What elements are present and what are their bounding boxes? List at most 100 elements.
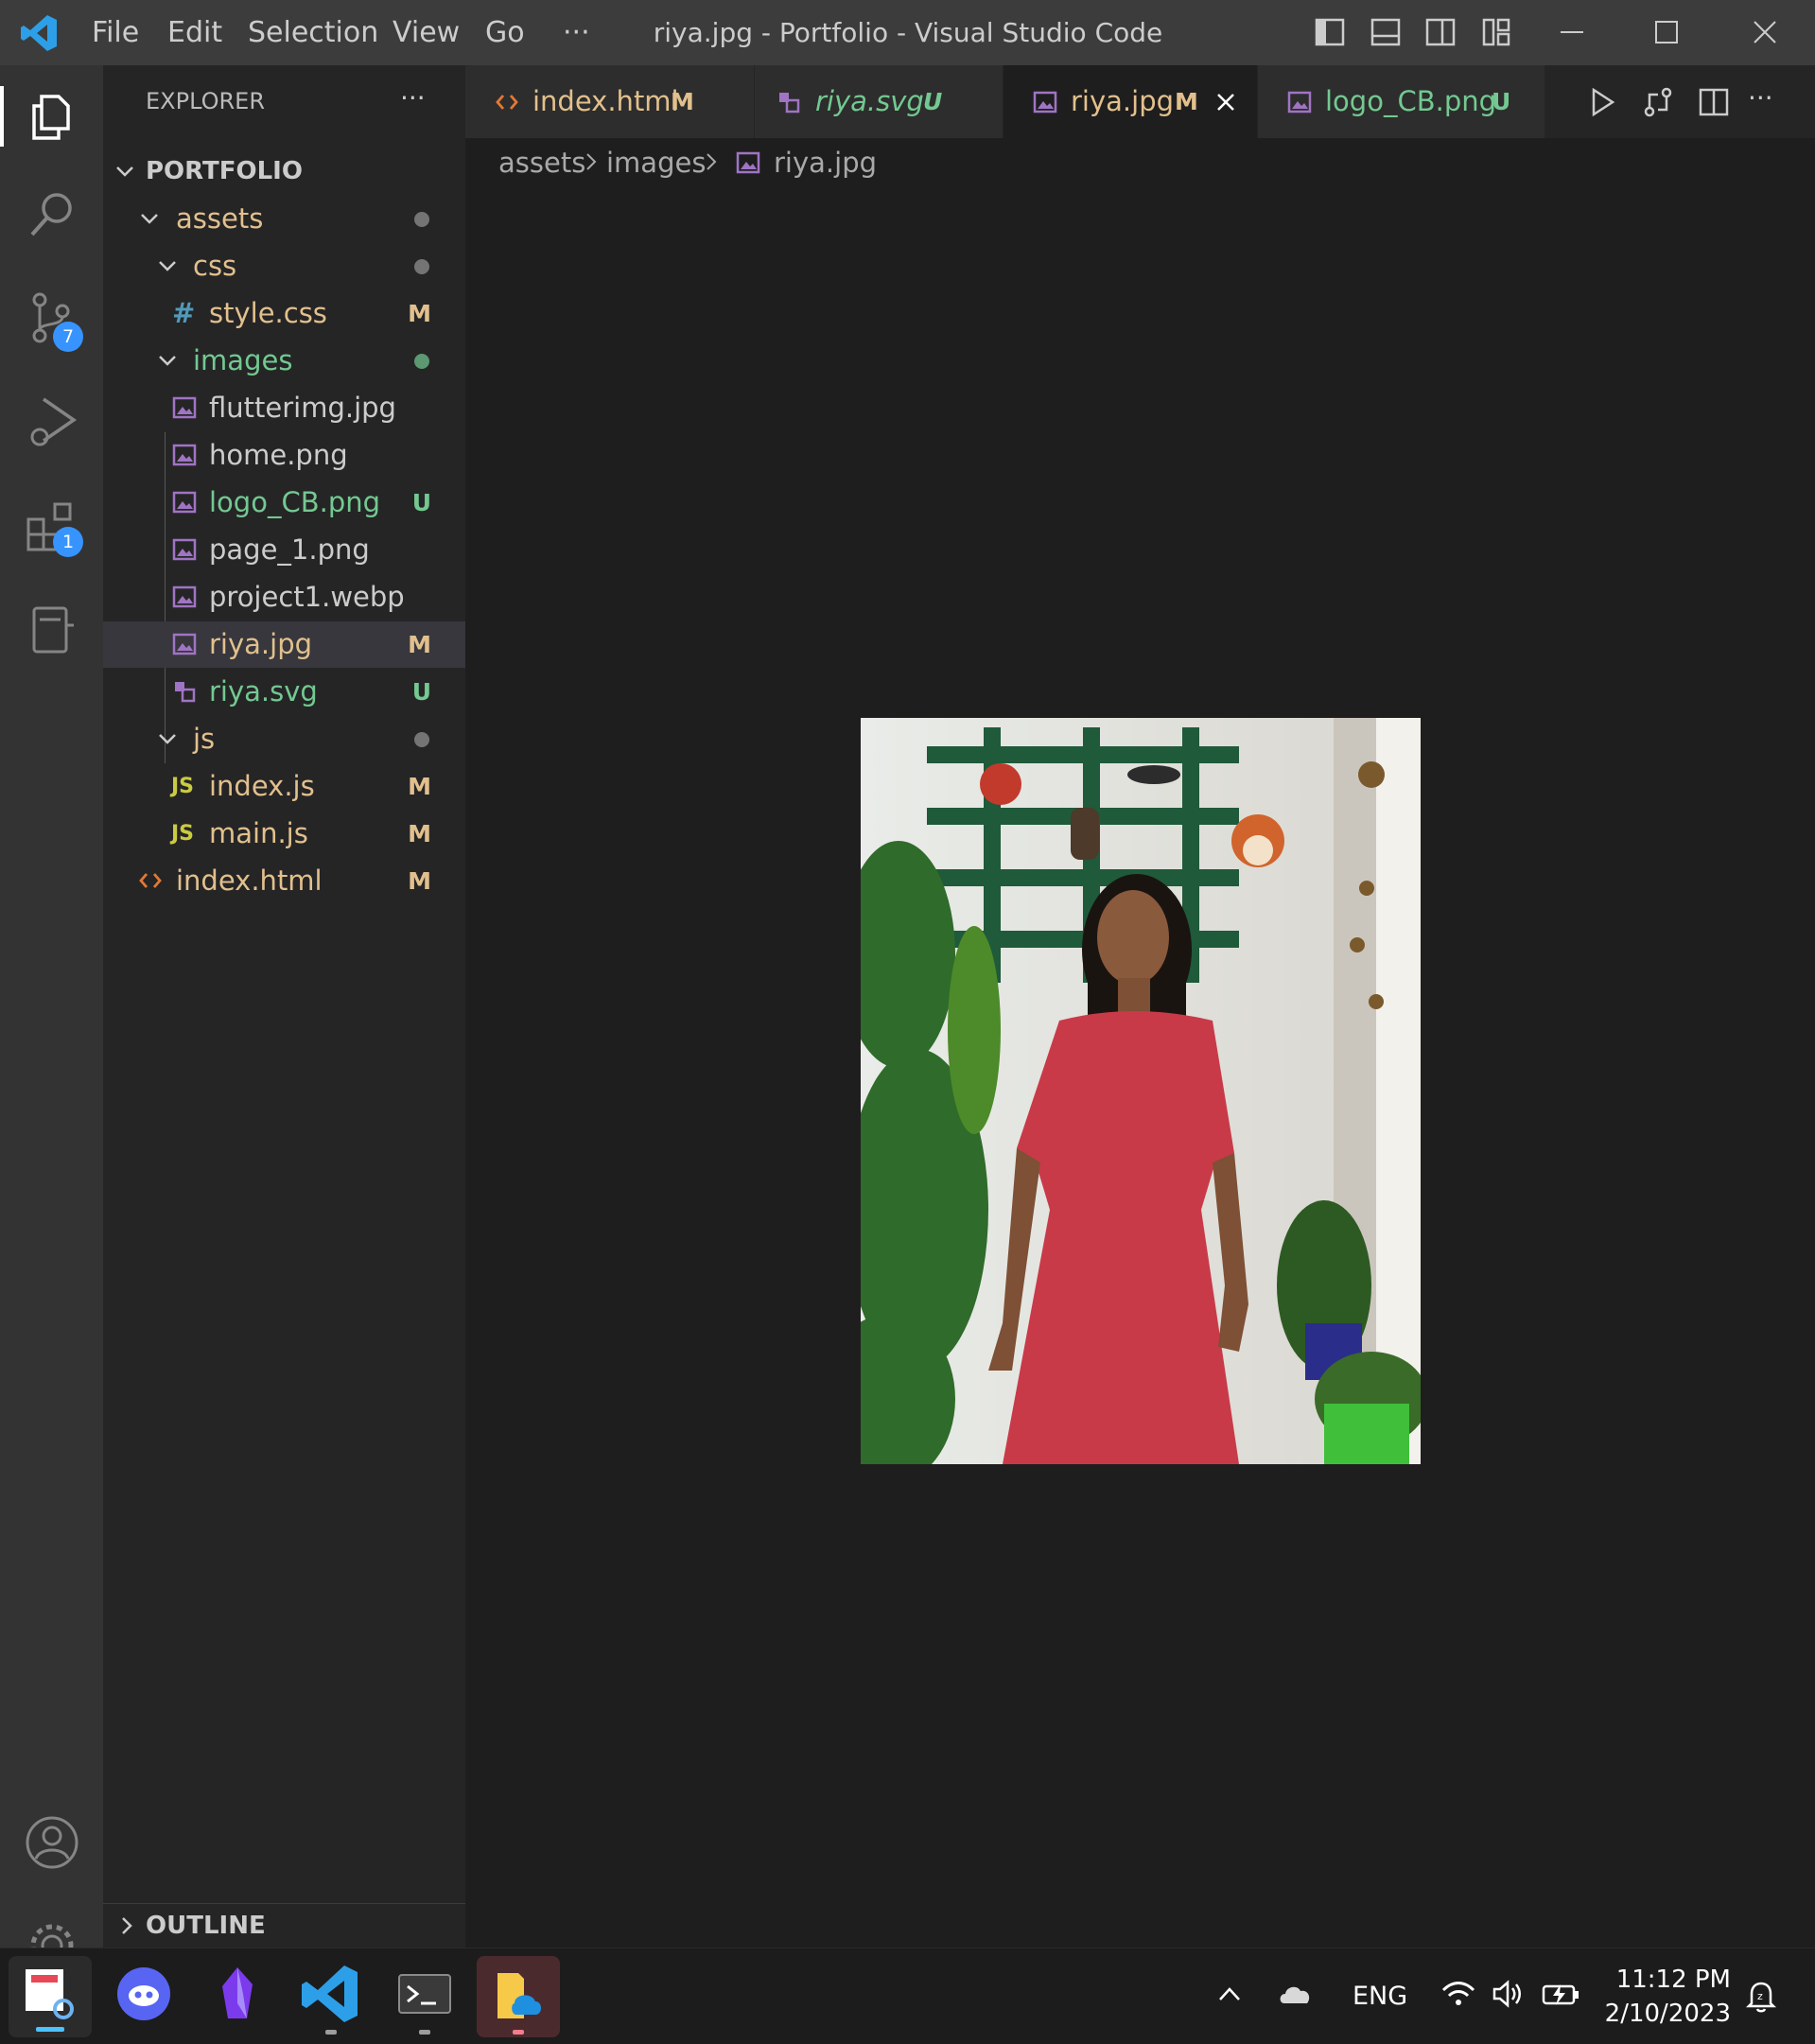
image-file-icon <box>735 149 761 176</box>
toggle-secondary-sidebar-icon[interactable] <box>1422 13 1459 51</box>
menu-go[interactable]: Go <box>485 0 525 65</box>
modified-dot <box>414 212 429 227</box>
notification-bell-icon[interactable]: z <box>1742 1977 1780 2015</box>
image-file-icon <box>1032 89 1058 115</box>
taskbar-vscode[interactable] <box>289 1956 373 2037</box>
tree-label: riya.svg <box>209 675 318 708</box>
input-language[interactable]: ENG <box>1353 1948 1407 2044</box>
editor-more-button[interactable]: ··· <box>1748 65 1773 138</box>
explorer-sidebar: EXPLORER ··· PORTFOLIO assets css # styl… <box>103 65 465 1948</box>
taskbar-file-explorer[interactable] <box>477 1956 560 2037</box>
svg-file-icon <box>776 89 802 115</box>
volume-icon[interactable] <box>1489 1977 1527 2011</box>
tree-folder-assets[interactable]: assets <box>103 196 465 242</box>
toggle-primary-sidebar-icon[interactable] <box>1311 13 1349 51</box>
tree-folder-css[interactable]: css <box>103 243 465 289</box>
tree-file-flutterimg[interactable]: flutterimg.jpg <box>103 385 465 431</box>
maximize-icon[interactable] <box>1648 13 1685 51</box>
chevron-right-icon <box>581 151 602 172</box>
tab-logo-cb[interactable]: logo_CB.png U <box>1258 65 1545 138</box>
image-file-icon <box>171 584 198 610</box>
menu-edit[interactable]: Edit <box>167 0 222 65</box>
tree-file-main-js[interactable]: JS main.js M <box>103 811 465 857</box>
customize-layout-icon[interactable] <box>1477 13 1515 51</box>
untracked-dot <box>414 354 429 369</box>
manage-gear-icon[interactable] <box>23 1916 81 1948</box>
menu-file[interactable]: File <box>92 0 139 65</box>
html-file-icon <box>137 867 164 894</box>
wifi-icon[interactable] <box>1440 1977 1477 2011</box>
image-file-icon <box>171 489 198 515</box>
window-title: riya.jpg - Portfolio - Visual Studio Cod… <box>653 17 1163 48</box>
toggle-panel-icon[interactable] <box>1367 13 1405 51</box>
explorer-more-button[interactable]: ··· <box>400 65 426 138</box>
tree-label: index.html <box>176 865 323 897</box>
tab-riya-svg[interactable]: riya.svg U <box>755 65 1003 138</box>
tab-label: index.html <box>532 85 679 117</box>
tree-file-home[interactable]: home.png <box>103 432 465 479</box>
open-changes-icon[interactable] <box>1639 83 1677 121</box>
tree-root-portfolio[interactable]: PORTFOLIO <box>103 148 465 195</box>
image-file-icon <box>171 442 198 468</box>
menu-view[interactable]: View <box>393 0 460 65</box>
image-file-icon <box>171 631 198 657</box>
menu-selection[interactable]: Selection <box>248 0 378 65</box>
tab-label: logo_CB.png <box>1325 85 1497 117</box>
chevron-down-icon <box>157 728 178 749</box>
close-window-icon[interactable] <box>1746 13 1784 51</box>
tab-status: M <box>671 88 694 115</box>
tab-index-html[interactable]: index.html M <box>465 65 755 138</box>
activity-bar: 7 1 <box>0 65 103 1948</box>
tree-file-riya-svg[interactable]: riya.svg U <box>103 669 465 715</box>
breadcrumb-item[interactable]: riya.jpg <box>774 138 877 187</box>
tree-label: images <box>193 344 293 376</box>
accounts-icon[interactable] <box>23 1813 81 1872</box>
explorer-header: EXPLORER <box>146 88 265 114</box>
split-editor-icon[interactable] <box>1695 83 1733 121</box>
clock-time[interactable]: 11:12 PM <box>1598 1965 1731 1994</box>
tab-label: riya.jpg <box>1071 85 1175 117</box>
breadcrumb-item[interactable]: images <box>606 138 706 187</box>
run-icon[interactable] <box>1583 83 1621 121</box>
tree-label: main.js <box>209 817 308 849</box>
outline-section[interactable]: OUTLINE <box>103 1903 465 1948</box>
git-status: U <box>411 489 431 516</box>
tree-folder-images[interactable]: images <box>103 338 465 384</box>
tab-status: M <box>1175 88 1198 115</box>
show-hidden-icons-chevron-up-icon[interactable] <box>1213 1977 1247 2011</box>
image-file-icon <box>171 536 198 563</box>
tree-file-style-css[interactable]: # style.css M <box>103 290 465 337</box>
image-preview <box>861 718 1421 1464</box>
breadcrumb-item[interactable]: assets <box>498 138 585 187</box>
tree-file-index-js[interactable]: JS index.js M <box>103 763 465 810</box>
taskbar-terminal[interactable] <box>383 1956 466 2037</box>
tab-riya-jpg[interactable]: riya.jpg M <box>1003 65 1258 138</box>
tree-folder-js[interactable]: js <box>103 716 465 762</box>
search-icon[interactable] <box>23 185 81 244</box>
chevron-down-icon <box>114 161 135 182</box>
tree-file-page-1[interactable]: page_1.png <box>103 527 465 573</box>
explorer-icon[interactable] <box>23 87 81 146</box>
close-tab-icon[interactable] <box>1212 88 1240 116</box>
battery-charging-icon[interactable] <box>1540 1977 1581 2011</box>
tree-file-logo-cb[interactable]: logo_CB.png U <box>103 480 465 526</box>
svg-file-icon <box>171 678 198 705</box>
git-status: M <box>408 820 431 847</box>
minimize-icon[interactable] <box>1553 13 1591 51</box>
taskbar-snipping-tool[interactable] <box>9 1956 92 2037</box>
remote-explorer-icon[interactable] <box>23 601 81 659</box>
tree-file-project1[interactable]: project1.webp <box>103 574 465 620</box>
onedrive-cloud-icon[interactable] <box>1277 1977 1315 2011</box>
tree-file-riya-jpg[interactable]: riya.jpg M <box>103 621 465 668</box>
git-status: M <box>408 631 431 658</box>
html-file-icon <box>494 89 520 115</box>
run-debug-icon[interactable] <box>23 392 81 450</box>
chevron-right-icon <box>116 1915 137 1936</box>
taskbar-discord[interactable] <box>102 1956 185 2037</box>
tree-label: css <box>193 250 237 282</box>
clock-date[interactable]: 2/10/2023 <box>1598 2000 1731 2028</box>
tree-file-index-html[interactable]: index.html M <box>103 858 465 904</box>
taskbar-obsidian[interactable] <box>196 1956 279 2037</box>
source-control-badge: 7 <box>53 322 83 352</box>
tree-label: style.css <box>209 297 327 329</box>
